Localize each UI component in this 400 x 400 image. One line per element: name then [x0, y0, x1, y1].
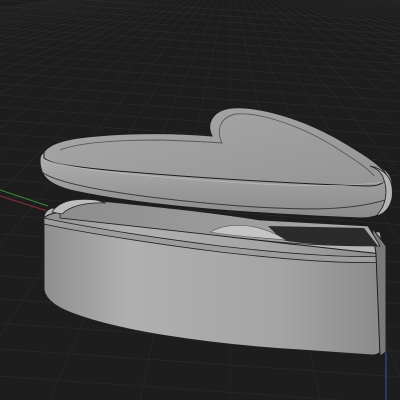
- viewport-canvas[interactable]: [0, 0, 400, 400]
- grid-line: [0, 0, 123, 33]
- 3d-viewport[interactable]: [0, 0, 400, 400]
- grid-line: [0, 375, 344, 400]
- grid-line: [0, 106, 400, 136]
- grid-line: [0, 0, 129, 37]
- grid-line: [0, 0, 69, 13]
- grid-line: [0, 0, 135, 41]
- grid-line: [0, 35, 400, 65]
- grid-line: [0, 83, 400, 113]
- grid-line: [0, 27, 400, 57]
- grid-line: [0, 19, 400, 49]
- grid-line: [0, 6, 400, 35]
- grid-line: [0, 0, 141, 45]
- grid-line: [0, 94, 400, 124]
- grid-line: [391, 0, 400, 2]
- grid-line: [0, 12, 400, 42]
